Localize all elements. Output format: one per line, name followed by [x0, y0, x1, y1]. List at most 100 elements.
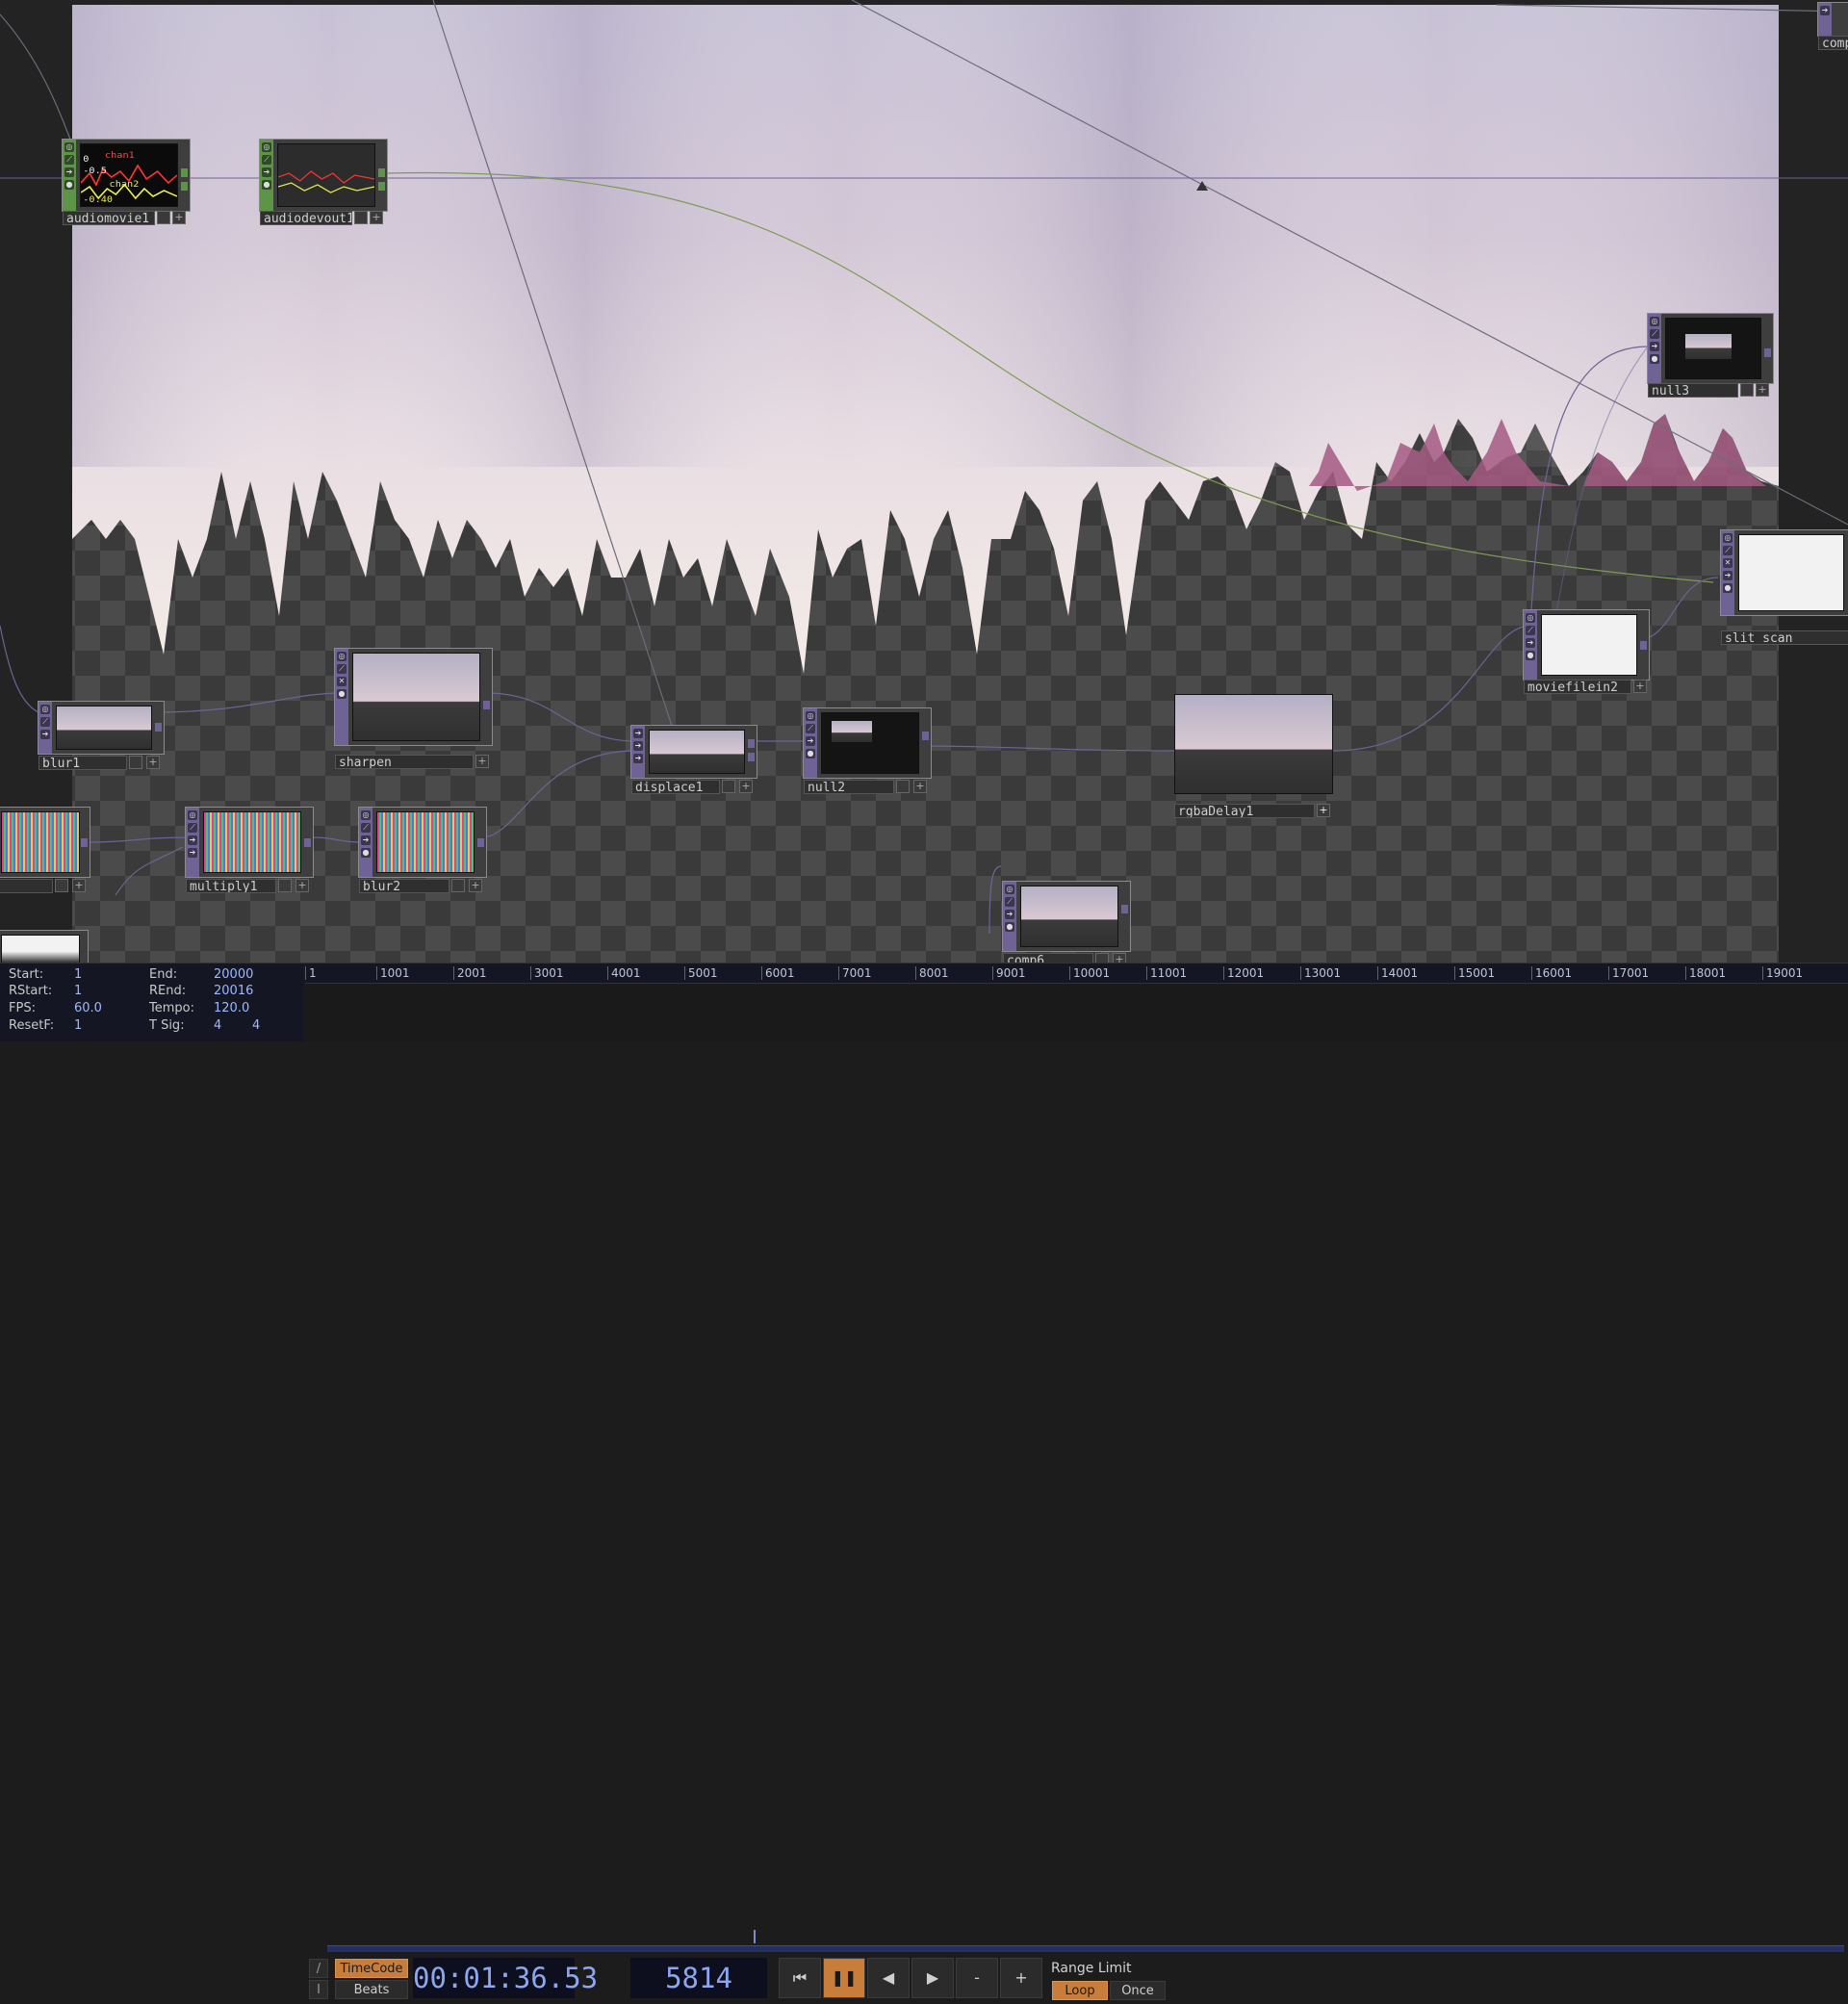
node-add-button[interactable]: +	[1317, 804, 1330, 817]
node-flag-button[interactable]	[1740, 383, 1754, 397]
lock-icon[interactable]: ●	[1723, 583, 1732, 593]
input-arrow-icon[interactable]: ➔	[188, 848, 197, 858]
node-label[interactable]: slit_scan	[1721, 630, 1848, 645]
node-label[interactable]: comp	[1818, 36, 1848, 50]
tsig-numerator[interactable]: 4	[214, 1017, 221, 1035]
network-editor[interactable]: ◎ ⟋ ➔ ● chan1 chan2 0 -0.5 -0.40 audiomovie…	[0, 0, 1848, 963]
output-connector[interactable]	[748, 739, 755, 748]
output-connector[interactable]	[477, 838, 484, 847]
output-connector[interactable]	[181, 168, 188, 177]
bypass-icon[interactable]: ⟋	[1005, 897, 1014, 907]
input-arrow-icon[interactable]: ➔	[806, 736, 815, 746]
node-label[interactable]: null3	[1648, 383, 1738, 398]
node-flag-button[interactable]	[129, 756, 142, 769]
timeline-edit-toggle[interactable]: /	[309, 1959, 328, 1978]
lock-icon[interactable]: ●	[337, 689, 346, 699]
input-arrow-icon[interactable]: ➔	[633, 741, 643, 751]
node-flag-button[interactable]	[722, 780, 735, 793]
close-icon[interactable]: ✕	[1723, 558, 1732, 568]
viewer-toggle-icon[interactable]: ◎	[1650, 317, 1659, 326]
node-noise-left[interactable]: e1 +	[0, 807, 90, 893]
input-arrow-icon[interactable]: ➔	[1820, 6, 1830, 15]
timecode-mode-button[interactable]: TimeCode	[335, 1959, 408, 1978]
node-label[interactable]: sharpen	[335, 755, 474, 769]
bypass-icon[interactable]: ⟋	[361, 823, 371, 833]
increase-speed-button[interactable]: +	[1000, 1958, 1042, 1998]
output-connector[interactable]	[155, 723, 162, 732]
node-multiply1[interactable]: ◎ ⟋ ➔ ➔ multiply1 +	[185, 807, 314, 893]
viewer-toggle-icon[interactable]: ◎	[1723, 533, 1732, 543]
node-moviefilein2[interactable]: ◎ ⟋ ➔ ● moviefilein2 +	[1523, 609, 1650, 694]
node-flag-button[interactable]	[354, 211, 368, 224]
node-add-button[interactable]: +	[475, 755, 489, 768]
input-arrow-icon[interactable]: ➔	[633, 729, 643, 738]
lock-icon[interactable]: ●	[1005, 922, 1014, 932]
output-connector[interactable]	[1764, 348, 1771, 357]
bypass-icon[interactable]: ⟋	[1723, 546, 1732, 555]
node-blur2[interactable]: ◎ ⟋ ➔ ● blur2 +	[358, 807, 487, 893]
timecode-display[interactable]: 00:01:36.53	[413, 1958, 598, 1998]
node-null2[interactable]: ◎ ⟋ ➔ ● null2 +	[803, 707, 932, 794]
loop-button[interactable]: Loop	[1052, 1981, 1108, 2000]
lock-icon[interactable]: ●	[1650, 354, 1659, 364]
rend-field[interactable]: 20016	[214, 983, 253, 1000]
node-comp-top[interactable]: ➔ comp	[1817, 2, 1848, 50]
output-connector[interactable]	[483, 701, 490, 709]
timeline-cursor-toggle[interactable]: I	[309, 1980, 328, 1999]
input-arrow-icon[interactable]: ➔	[1526, 638, 1535, 648]
input-arrow-icon[interactable]: ➔	[1723, 571, 1732, 580]
node-add-button[interactable]: +	[72, 879, 86, 892]
lock-icon[interactable]: ●	[361, 848, 371, 858]
node-blur1[interactable]: ◎ ⟋ ➔ blur1 +	[38, 701, 165, 770]
node-null3[interactable]: ◎ ⟋ ➔ ● null3 +	[1647, 313, 1774, 398]
input-arrow-icon[interactable]: ➔	[1005, 910, 1014, 919]
lock-icon[interactable]: ●	[806, 749, 815, 758]
playhead[interactable]	[754, 1930, 756, 1943]
output-connector[interactable]	[748, 753, 755, 761]
viewer-toggle-icon[interactable]: ◎	[1526, 613, 1535, 623]
node-add-button[interactable]: +	[172, 211, 186, 224]
start-field[interactable]: 1	[74, 966, 82, 984]
node-sharpen[interactable]: ◎ ⟋ ✕ ● sharpen +	[334, 648, 493, 769]
node-label[interactable]: null2	[804, 780, 894, 794]
frame-display[interactable]: 5814	[630, 1958, 767, 1998]
viewer-toggle-icon[interactable]: ◎	[337, 652, 346, 661]
output-connector[interactable]	[81, 838, 88, 847]
bypass-icon[interactable]: ⟋	[1650, 329, 1659, 339]
timeline-ruler[interactable]: 1 1001 2001 3001 4001 5001 6001 7001 8001 9001 100…	[305, 963, 1848, 984]
node-label[interactable]: moviefilein2	[1524, 680, 1631, 694]
node-label[interactable]: audiodevout1	[260, 211, 352, 225]
node-add-button[interactable]: +	[1113, 953, 1126, 963]
tempo-field[interactable]: 120.0	[214, 1000, 249, 1017]
node-label[interactable]: comp6	[1003, 953, 1093, 963]
step-back-button[interactable]: ◀	[867, 1958, 910, 1998]
bypass-icon[interactable]: ⟋	[806, 724, 815, 733]
close-icon[interactable]: ✕	[337, 677, 346, 686]
once-button[interactable]: Once	[1110, 1981, 1166, 2000]
viewer-toggle-icon[interactable]: ◎	[1005, 885, 1014, 894]
bypass-icon[interactable]: ⟋	[40, 717, 50, 727]
decrease-speed-button[interactable]: -	[956, 1958, 998, 1998]
play-forward-button[interactable]: ▶	[911, 1958, 954, 1998]
lock-icon[interactable]: ●	[1526, 651, 1535, 660]
node-ramp-partial[interactable]	[0, 930, 89, 963]
node-add-button[interactable]: +	[1633, 680, 1647, 693]
timeline-scrub-bar[interactable]	[327, 1945, 1844, 1952]
bypass-icon[interactable]: ⟋	[188, 823, 197, 833]
node-add-button[interactable]: +	[913, 780, 927, 793]
input-arrow-icon[interactable]: ➔	[40, 730, 50, 739]
viewer-toggle-icon[interactable]: ◎	[806, 711, 815, 721]
resetf-field[interactable]: 1	[74, 1017, 82, 1035]
node-flag-button[interactable]	[55, 879, 68, 892]
input-arrow-icon[interactable]: ➔	[633, 754, 643, 763]
fps-field[interactable]: 60.0	[74, 1000, 102, 1017]
viewer-toggle-icon[interactable]: ◎	[262, 142, 271, 152]
input-arrow-icon[interactable]: ➔	[361, 835, 371, 845]
node-add-button[interactable]: +	[1756, 383, 1769, 397]
output-connector[interactable]	[1640, 641, 1647, 650]
node-label[interactable]: displace1	[631, 780, 720, 794]
node-slit-scan[interactable]: ◎ ⟋ ✕ ➔ ● slit_scan	[1720, 529, 1848, 645]
node-label[interactable]: multiply1	[186, 879, 276, 893]
node-displace1[interactable]: ➔ ➔ ➔ displace1 +	[630, 725, 757, 794]
node-add-button[interactable]: +	[739, 780, 753, 793]
